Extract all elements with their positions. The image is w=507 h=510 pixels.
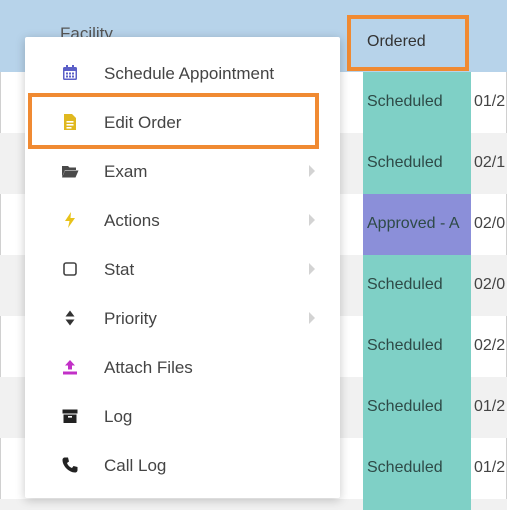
status-text: Scheduled xyxy=(367,459,443,476)
status-text: Scheduled xyxy=(367,276,443,293)
menu-item-priority[interactable]: Priority xyxy=(25,294,340,343)
upload-icon xyxy=(63,360,77,375)
status-cell xyxy=(363,499,471,510)
menu-item-label: Schedule Appointment xyxy=(104,64,275,83)
archive-icon xyxy=(62,409,78,423)
date-text: 01/2 xyxy=(474,398,506,415)
status-text: Scheduled xyxy=(367,93,443,110)
phone-icon xyxy=(62,457,78,473)
status-text: Scheduled xyxy=(367,154,443,171)
checkbox-icon xyxy=(63,262,77,276)
menu-item-actions[interactable]: Actions xyxy=(25,196,340,245)
menu-item-label: Actions xyxy=(104,211,160,230)
menu-item-label: Call Log xyxy=(104,456,167,475)
date-text: 02/0 xyxy=(474,215,506,232)
menu-item-call-log[interactable]: Call Log xyxy=(25,441,340,490)
menu-item-label: Exam xyxy=(104,162,148,181)
submenu-arrow-icon xyxy=(309,165,315,177)
submenu-arrow-icon xyxy=(309,312,315,324)
lightning-icon xyxy=(65,212,75,228)
status-text: Scheduled xyxy=(367,398,443,415)
menu-item-schedule-appointment[interactable]: Schedule Appointment xyxy=(25,49,340,98)
menu-item-log[interactable]: Log xyxy=(25,392,340,441)
menu-item-stat[interactable]: Stat xyxy=(25,245,340,294)
submenu-arrow-icon xyxy=(309,214,315,226)
menu-item-label: Attach Files xyxy=(104,358,193,377)
calendar-icon xyxy=(63,65,77,80)
folder-open-icon xyxy=(62,166,79,178)
date-text: 01/2 xyxy=(474,459,506,476)
menu-item-label: Priority xyxy=(104,309,157,328)
status-text: Approved - A xyxy=(367,215,460,232)
table-row xyxy=(0,499,507,510)
menu-item-attach-files[interactable]: Attach Files xyxy=(25,343,340,392)
date-text: 02/2 xyxy=(474,337,506,354)
ordered-header-highlight xyxy=(347,15,469,71)
menu-item-label: Stat xyxy=(104,260,135,279)
status-text: Scheduled xyxy=(367,337,443,354)
menu-item-exam[interactable]: Exam xyxy=(25,147,340,196)
menu-item-label: Log xyxy=(104,407,133,426)
date-text: 02/1 xyxy=(474,154,506,171)
date-text: 01/2 xyxy=(474,93,506,110)
date-text: 02/0 xyxy=(474,276,506,293)
sort-icon xyxy=(65,310,75,326)
submenu-arrow-icon xyxy=(309,263,315,275)
edit-order-highlight xyxy=(28,93,319,149)
